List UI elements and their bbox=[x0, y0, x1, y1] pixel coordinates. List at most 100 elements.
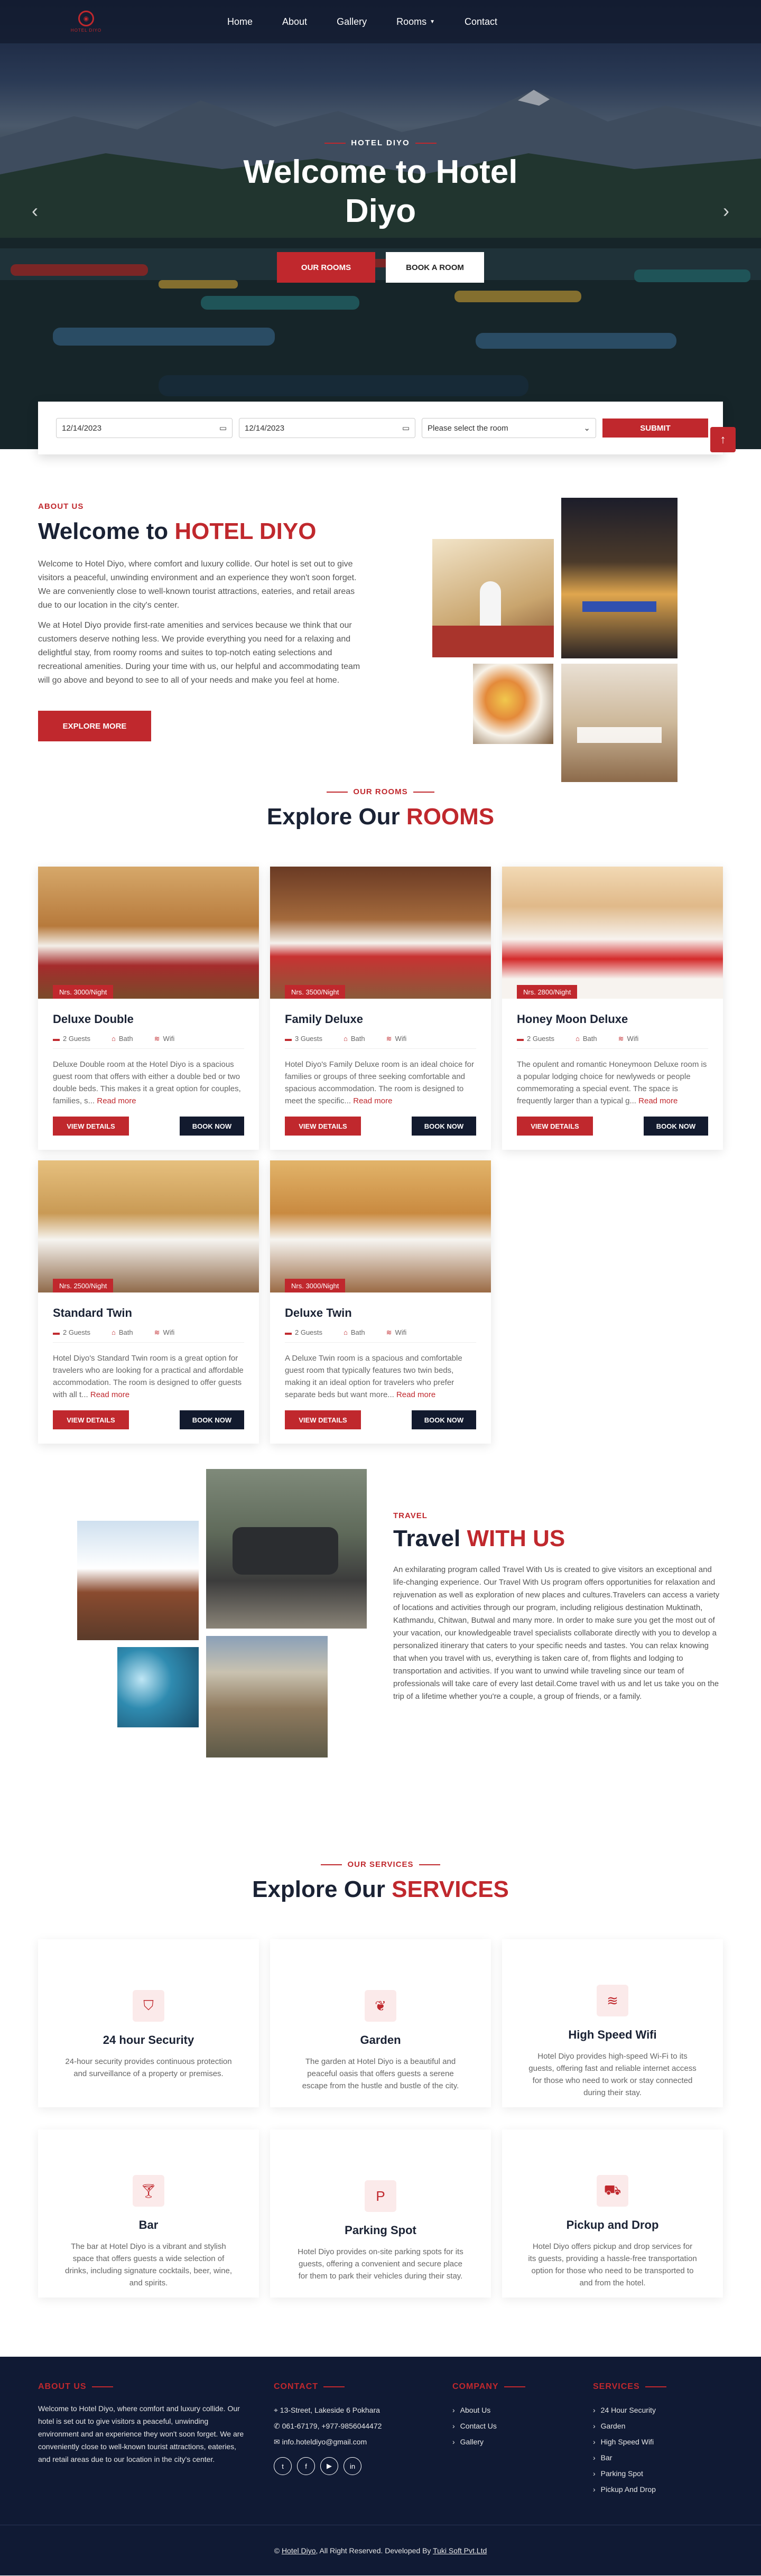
view-details-button[interactable]: VIEW DETAILS bbox=[285, 1117, 361, 1136]
room-amenities: ▬ 2 Guests ⌂ Bath ≋ Wifi bbox=[285, 1328, 476, 1343]
room-select[interactable]: Please select the room ⌄ bbox=[422, 418, 596, 438]
footer-about-head-text: ABOUT US bbox=[38, 2382, 87, 2391]
rooms-eyebrow-text: OUR ROOMS bbox=[353, 787, 408, 796]
room-description-text: Hotel Diyo's Standard Twin room is a gre… bbox=[53, 1354, 244, 1399]
logo[interactable]: ◉ HOTEL DIYO bbox=[70, 7, 103, 36]
footer-link-wifi[interactable]: High Speed Wifi bbox=[593, 2434, 720, 2450]
wifi-label: Wifi bbox=[163, 1035, 175, 1043]
twitter-icon[interactable]: t bbox=[274, 2457, 292, 2475]
nav-about[interactable]: About bbox=[282, 16, 307, 27]
room-image: Nrs. 2800/Night bbox=[502, 867, 723, 999]
nav-gallery[interactable]: Gallery bbox=[337, 16, 367, 27]
room-card: Nrs. 3500/Night Family Deluxe ▬ 3 Guests ⌂ Ba… bbox=[270, 867, 491, 1150]
bath-label: Bath bbox=[582, 1035, 597, 1043]
book-now-button[interactable]: BOOK NOW bbox=[644, 1117, 708, 1136]
view-details-button[interactable]: VIEW DETAILS bbox=[285, 1410, 361, 1429]
bath-icon: ⌂ bbox=[112, 1035, 116, 1043]
checkin-date-input[interactable]: 12/14/2023 ▭ bbox=[56, 418, 233, 438]
food-image bbox=[473, 664, 553, 744]
footer-company: COMPANY About Us Contact Us Gallery bbox=[452, 2382, 569, 2450]
footer-link-garden[interactable]: Garden bbox=[593, 2418, 720, 2434]
bath-icon: ⌂ bbox=[344, 1328, 348, 1336]
service-description: Hotel Diyo provides high-speed Wi-Fi to … bbox=[528, 2052, 697, 2097]
footer-link-gallery[interactable]: Gallery bbox=[452, 2434, 569, 2450]
bath-icon: ⌂ bbox=[112, 1328, 116, 1336]
room-amenities: ▬ 2 Guests ⌂ Bath ≋ Wifi bbox=[53, 1328, 244, 1343]
room-title: Deluxe Double bbox=[53, 1012, 134, 1026]
room-buttons: VIEW DETAILS BOOK NOW bbox=[53, 1410, 244, 1429]
footer-service-links: 24 Hour Security Garden High Speed Wifi … bbox=[593, 2402, 720, 2497]
room-description: Hotel Diyo's Standard Twin room is a gre… bbox=[53, 1352, 244, 1401]
footer-company-head: COMPANY bbox=[452, 2382, 569, 2392]
footer-link-security[interactable]: 24 Hour Security bbox=[593, 2402, 720, 2418]
hero-buttons: OUR ROOMS BOOK A ROOM bbox=[0, 252, 761, 283]
guests-label: 2 Guests bbox=[295, 1328, 323, 1336]
footer-link-bar[interactable]: Bar bbox=[593, 2450, 720, 2466]
view-details-button[interactable]: VIEW DETAILS bbox=[517, 1117, 593, 1136]
arrow-up-icon[interactable]: ↑ bbox=[710, 427, 736, 452]
guests-label: 2 Guests bbox=[527, 1035, 555, 1043]
book-now-button[interactable]: BOOK NOW bbox=[412, 1117, 476, 1136]
book-now-button[interactable]: BOOK NOW bbox=[412, 1410, 476, 1429]
copyright-brand-link[interactable]: Hotel Diyo bbox=[282, 2546, 316, 2555]
read-more-link[interactable]: Read more bbox=[90, 1390, 129, 1399]
nav-contact[interactable]: Contact bbox=[465, 16, 497, 27]
read-more-link[interactable]: Read more bbox=[97, 1096, 136, 1105]
read-more-link[interactable]: Read more bbox=[396, 1390, 435, 1399]
wifi-icon: ≋ bbox=[154, 1328, 160, 1336]
travel-title: Travel WITH US bbox=[393, 1526, 721, 1552]
shield-icon: ⛉ bbox=[133, 1990, 164, 2022]
explore-more-button[interactable]: EXPLORE MORE bbox=[38, 711, 151, 741]
footer-link-pickup[interactable]: Pickup And Drop bbox=[593, 2481, 720, 2497]
caret-down-icon: ▼ bbox=[430, 18, 435, 25]
footer-link-parking[interactable]: Parking Spot bbox=[593, 2466, 720, 2481]
book-a-room-button[interactable]: BOOK A ROOM bbox=[386, 252, 484, 283]
reception-image bbox=[432, 539, 554, 657]
book-now-button[interactable]: BOOK NOW bbox=[180, 1410, 244, 1429]
nav-home[interactable]: Home bbox=[227, 16, 253, 27]
guests-amenity: ▬ 2 Guests bbox=[285, 1328, 322, 1337]
footer-email: ✉ info.hoteldiyo@gmail.com bbox=[274, 2434, 432, 2450]
guests-amenity: ▬ 2 Guests bbox=[53, 1328, 90, 1337]
chevron-down-icon: ⌄ bbox=[583, 424, 590, 433]
youtube-icon[interactable]: ▶ bbox=[320, 2457, 338, 2475]
facebook-icon[interactable]: f bbox=[297, 2457, 315, 2475]
footer-about: ABOUT US Welcome to Hotel Diyo, where co… bbox=[38, 2382, 249, 2466]
view-details-button[interactable]: VIEW DETAILS bbox=[53, 1410, 129, 1429]
travel-title-plain: Travel bbox=[393, 1526, 467, 1551]
copyright-dev-link[interactable]: Tuki Soft Pvt.Ltd bbox=[433, 2546, 487, 2555]
room-card: Nrs. 2800/Night Honey Moon Deluxe ▬ 2 Guest… bbox=[502, 867, 723, 1150]
services-section: OUR SERVICES Explore Our SERVICES ⛉ 24 ho… bbox=[0, 1860, 761, 2357]
footer-link-about-us[interactable]: About Us bbox=[452, 2402, 569, 2418]
read-more-link[interactable]: Read more bbox=[353, 1096, 392, 1105]
room-buttons: VIEW DETAILS BOOK NOW bbox=[53, 1117, 244, 1136]
checkout-date-input[interactable]: 12/14/2023 ▭ bbox=[239, 418, 415, 438]
book-now-button[interactable]: BOOK NOW bbox=[180, 1117, 244, 1136]
room-title: Standard Twin bbox=[53, 1306, 132, 1319]
view-details-button[interactable]: VIEW DETAILS bbox=[53, 1117, 129, 1136]
copyright-bar: © Hotel Diyo, All Right Reserved. Develo… bbox=[0, 2525, 761, 2575]
guests-label: 2 Guests bbox=[63, 1035, 91, 1043]
footer-contact-head: CONTACT bbox=[274, 2382, 432, 2392]
footer-about-head: ABOUT US bbox=[38, 2382, 249, 2392]
services-title-accent: SERVICES bbox=[392, 1876, 509, 1902]
booking-form: 12/14/2023 ▭ 12/14/2023 ▭ Please select th… bbox=[38, 402, 723, 454]
service-card: ⛉ 24 hour Security 24-hour security provid… bbox=[38, 1939, 259, 2107]
room-price-badge: Nrs. 2800/Night bbox=[517, 985, 578, 999]
submit-button[interactable]: SUBMIT bbox=[602, 419, 708, 438]
service-card: ≋ High Speed Wifi Hotel Diyo provides high… bbox=[502, 1939, 723, 2107]
travel-paragraph: An exhilarating program called Travel Wi… bbox=[393, 1565, 720, 1701]
services-eyebrow-text: OUR SERVICES bbox=[347, 1860, 414, 1869]
read-more-link[interactable]: Read more bbox=[638, 1096, 678, 1105]
travel-section: TRAVEL Travel WITH US An exhilarating pr… bbox=[0, 1469, 761, 1860]
our-rooms-button[interactable]: OUR ROOMS bbox=[277, 252, 375, 283]
room-price-badge: Nrs. 3000/Night bbox=[285, 1279, 346, 1292]
footer-link-contact-us[interactable]: Contact Us bbox=[452, 2418, 569, 2434]
bed-icon: ▬ bbox=[285, 1035, 292, 1043]
hotel-exterior-image bbox=[561, 498, 678, 658]
linkedin-icon[interactable]: in bbox=[344, 2457, 361, 2475]
bed-icon: ▬ bbox=[517, 1035, 524, 1043]
nav-rooms[interactable]: Rooms ▼ bbox=[396, 16, 435, 27]
bath-amenity: ⌂ Bath bbox=[112, 1035, 133, 1043]
service-title: Parking Spot bbox=[345, 2224, 416, 2237]
